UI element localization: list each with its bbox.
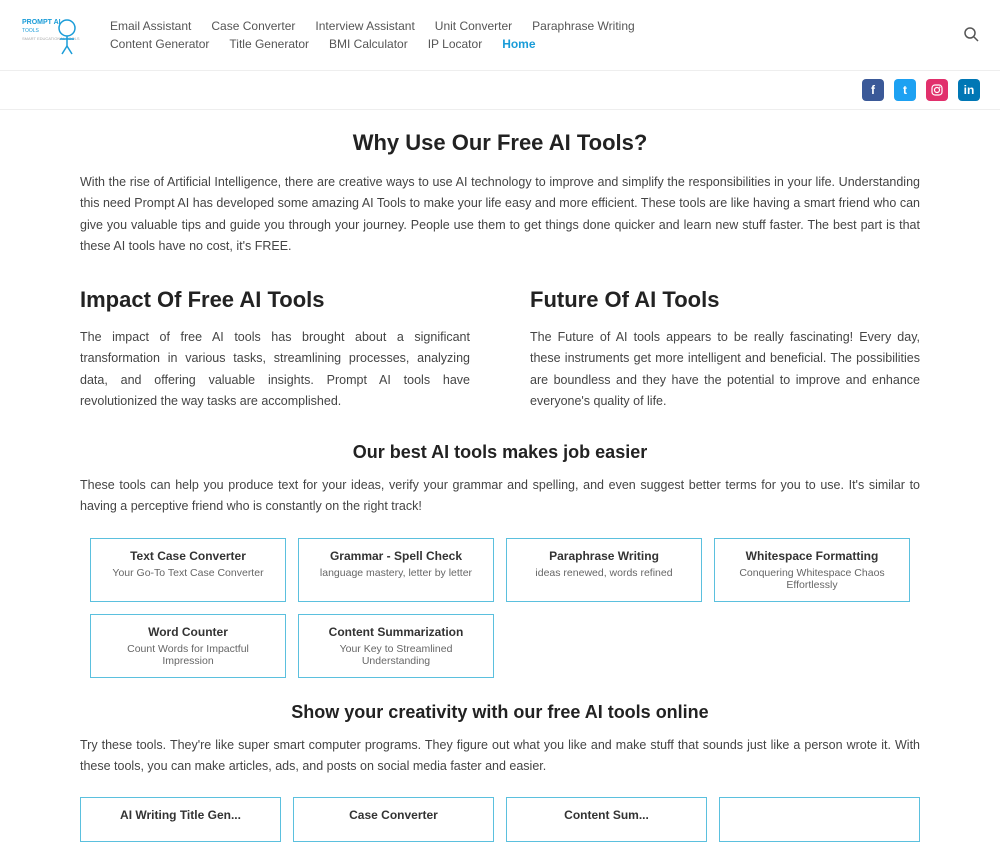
- impact-future-row: Impact Of Free AI Tools The impact of fr…: [80, 287, 920, 412]
- creativity-section: Show your creativity with our free AI to…: [80, 702, 920, 778]
- nav-bmi-calculator[interactable]: BMI Calculator: [329, 37, 408, 51]
- tool-card-word-counter-sub: Count Words for Impactful Impression: [103, 643, 273, 667]
- tool-card-text-case-title: Text Case Converter: [103, 549, 273, 563]
- impact-title: Impact Of Free AI Tools: [80, 287, 470, 313]
- tool-card-empty-1: [506, 614, 702, 678]
- tool-card-grammar-title: Grammar - Spell Check: [311, 549, 481, 563]
- why-section: Why Use Our Free AI Tools? With the rise…: [80, 130, 920, 257]
- tool-card-paraphrase[interactable]: Paraphrase Writing ideas renewed, words …: [506, 538, 702, 602]
- why-text: With the rise of Artificial Intelligence…: [80, 172, 920, 257]
- nav-ip-locator[interactable]: IP Locator: [428, 37, 482, 51]
- future-title: Future Of AI Tools: [530, 287, 920, 313]
- tool-card-empty-2: [714, 614, 910, 678]
- svg-text:PROMPT AI: PROMPT AI: [22, 19, 61, 26]
- logo-icon: PROMPT AI TOOLS SMART EDUCATIONAL TOOLS: [20, 10, 80, 60]
- tool-card-word-counter-title: Word Counter: [103, 625, 273, 639]
- nav-email-assistant[interactable]: Email Assistant: [110, 19, 191, 33]
- search-button[interactable]: [964, 27, 980, 43]
- main-content: Why Use Our Free AI Tools? With the rise…: [0, 110, 1000, 862]
- tool-card-content-sum[interactable]: Content Summarization Your Key to Stream…: [298, 614, 494, 678]
- nav-content-generator[interactable]: Content Generator: [110, 37, 209, 51]
- nav-interview-assistant[interactable]: Interview Assistant: [315, 19, 414, 33]
- nav-title-generator[interactable]: Title Generator: [229, 37, 309, 51]
- tool-card-content-sum-title: Content Summarization: [311, 625, 481, 639]
- tool-card-whitespace-title: Whitespace Formatting: [727, 549, 897, 563]
- impact-col: Impact Of Free AI Tools The impact of fr…: [80, 287, 470, 412]
- tool-card-text-case-sub: Your Go-To Text Case Converter: [103, 567, 273, 579]
- search-icon: [964, 27, 980, 43]
- logo-area: PROMPT AI TOOLS SMART EDUCATIONAL TOOLS: [20, 10, 80, 60]
- bottom-tool-case-converter-title: Case Converter: [306, 808, 481, 822]
- bottom-tool-content-sum-title: Content Sum...: [519, 808, 694, 822]
- impact-text: The impact of free AI tools has brought …: [80, 327, 470, 412]
- bottom-tools-row: AI Writing Title Gen... Case Converter C…: [80, 797, 920, 842]
- tool-card-grammar[interactable]: Grammar - Spell Check language mastery, …: [298, 538, 494, 602]
- nav-bottom-row: Content Generator Title Generator BMI Ca…: [110, 37, 964, 51]
- bottom-tool-case-converter[interactable]: Case Converter: [293, 797, 494, 842]
- linkedin-icon[interactable]: in: [958, 79, 980, 101]
- tool-card-whitespace[interactable]: Whitespace Formatting Conquering Whitesp…: [714, 538, 910, 602]
- tool-card-paraphrase-sub: ideas renewed, words refined: [519, 567, 689, 579]
- facebook-icon[interactable]: f: [862, 79, 884, 101]
- tool-card-text-case[interactable]: Text Case Converter Your Go-To Text Case…: [90, 538, 286, 602]
- tool-card-grammar-sub: language mastery, letter by letter: [311, 567, 481, 579]
- best-tools-section: Our best AI tools makes job easier These…: [80, 442, 920, 518]
- header: PROMPT AI TOOLS SMART EDUCATIONAL TOOLS …: [0, 0, 1000, 71]
- creativity-title: Show your creativity with our free AI to…: [80, 702, 920, 723]
- why-title: Why Use Our Free AI Tools?: [80, 130, 920, 156]
- tool-card-content-sum-sub: Your Key to Streamlined Understanding: [311, 643, 481, 667]
- nav-case-converter[interactable]: Case Converter: [211, 19, 295, 33]
- social-bar: f t in: [0, 71, 1000, 110]
- tool-card-word-counter[interactable]: Word Counter Count Words for Impactful I…: [90, 614, 286, 678]
- bottom-tool-empty[interactable]: [719, 797, 920, 842]
- bottom-tool-ai-writing-title: AI Writing Title Gen...: [93, 808, 268, 822]
- creativity-text: Try these tools. They're like super smar…: [80, 735, 920, 778]
- twitter-icon[interactable]: t: [894, 79, 916, 101]
- nav-top-row: Email Assistant Case Converter Interview…: [110, 19, 964, 33]
- nav-unit-converter[interactable]: Unit Converter: [435, 19, 512, 33]
- bottom-tool-content-sum[interactable]: Content Sum...: [506, 797, 707, 842]
- nav-home[interactable]: Home: [502, 37, 535, 51]
- nav-paraphrase-writing[interactable]: Paraphrase Writing: [532, 19, 635, 33]
- nav-area: Email Assistant Case Converter Interview…: [110, 19, 964, 51]
- tool-card-whitespace-sub: Conquering Whitespace Chaos Effortlessly: [727, 567, 897, 591]
- instagram-icon[interactable]: [926, 79, 948, 101]
- future-col: Future Of AI Tools The Future of AI tool…: [530, 287, 920, 412]
- best-tools-title: Our best AI tools makes job easier: [80, 442, 920, 463]
- instagram-svg: [931, 84, 943, 96]
- tool-card-paraphrase-title: Paraphrase Writing: [519, 549, 689, 563]
- tools-grid: Text Case Converter Your Go-To Text Case…: [90, 538, 910, 678]
- best-tools-text: These tools can help you produce text fo…: [80, 475, 920, 518]
- svg-text:TOOLS: TOOLS: [22, 28, 40, 34]
- future-text: The Future of AI tools appears to be rea…: [530, 327, 920, 412]
- bottom-tool-ai-writing[interactable]: AI Writing Title Gen...: [80, 797, 281, 842]
